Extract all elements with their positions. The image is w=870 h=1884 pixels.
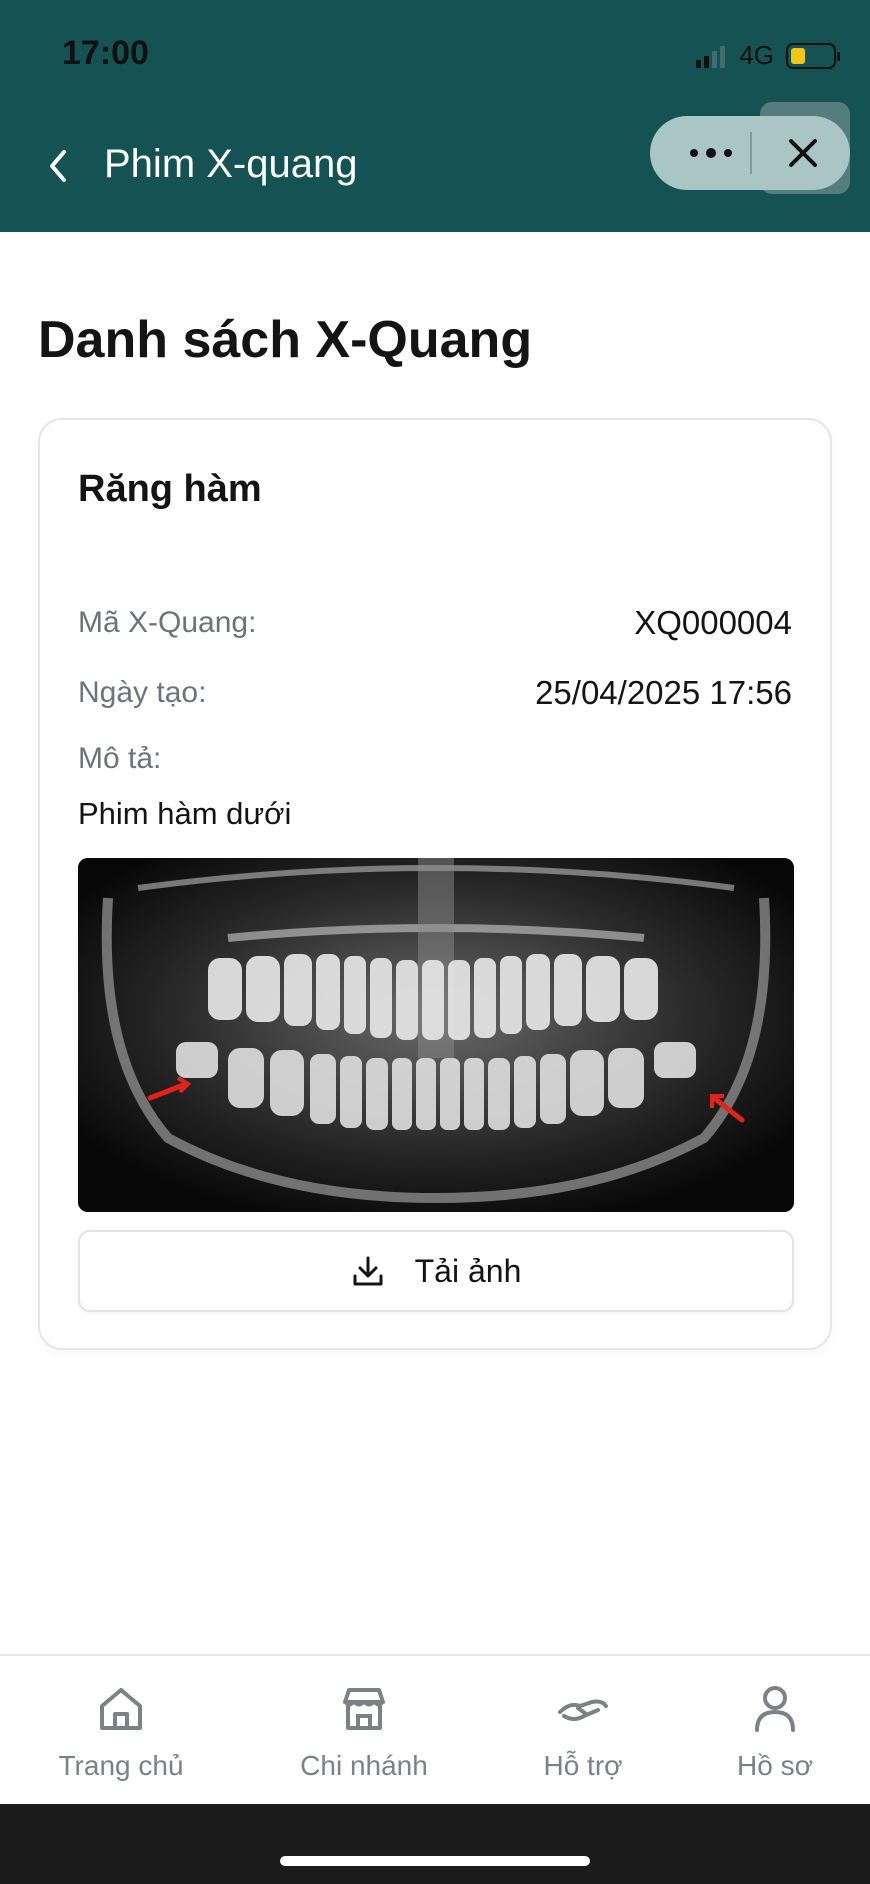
app-header: 17:00 4G Phim X-quang	[0, 0, 870, 232]
date-label: Ngày tạo:	[78, 676, 207, 709]
description-value: Phim hàm dưới	[78, 796, 292, 831]
status-time: 17:00	[62, 34, 149, 72]
chevron-left-icon	[50, 150, 66, 182]
home-icon	[100, 1688, 142, 1730]
capsule-divider	[750, 132, 752, 174]
date-value: 25/04/2025 17:56	[535, 674, 792, 711]
close-button[interactable]	[756, 116, 850, 190]
status-indicators: 4G	[696, 40, 840, 71]
download-button[interactable]: Tải ảnh	[78, 1230, 794, 1312]
nav-label-home: Trang chủ	[58, 1750, 184, 1781]
store-icon	[343, 1688, 385, 1730]
nav-item-profile[interactable]: Hồ sơ	[720, 1656, 830, 1806]
nav-item-branch[interactable]: Chi nhánh	[284, 1656, 444, 1806]
download-label: Tải ảnh	[414, 1252, 522, 1289]
back-button[interactable]	[40, 146, 80, 186]
home-indicator[interactable]	[280, 1856, 590, 1866]
more-dots-icon	[690, 149, 698, 157]
close-icon	[789, 139, 817, 167]
nav-item-support[interactable]: Hỗ trợ	[518, 1656, 648, 1806]
network-type: 4G	[739, 40, 774, 70]
more-button[interactable]	[676, 136, 746, 170]
code-label: Mã X-Quang:	[78, 606, 257, 639]
code-value: XQ000004	[634, 604, 792, 641]
nav-label-branch: Chi nhánh	[300, 1750, 428, 1781]
user-icon	[755, 1686, 795, 1732]
xray-card: Răng hàm Mã X-Quang: XQ000004 Ngày tạo: …	[38, 418, 832, 1350]
download-icon	[353, 1256, 383, 1286]
signal-icon	[696, 44, 726, 68]
card-title: Răng hàm	[78, 468, 262, 510]
battery-icon	[786, 42, 840, 69]
bottom-nav: Trang chủ Chi nhánh Hỗ trợ Hồ sơ	[0, 1654, 870, 1804]
page-title: Danh sách X-Quang	[38, 311, 533, 369]
handshake-icon	[558, 1699, 608, 1721]
system-home-bar	[0, 1804, 870, 1884]
header-title: Phim X-quang	[104, 142, 358, 186]
description-label: Mô tả:	[78, 742, 162, 775]
xray-image[interactable]	[78, 858, 794, 1212]
nav-label-profile: Hồ sơ	[737, 1750, 813, 1781]
nav-item-home[interactable]: Trang chủ	[36, 1656, 206, 1806]
mini-program-capsule	[650, 116, 850, 190]
nav-label-support: Hỗ trợ	[543, 1750, 623, 1781]
